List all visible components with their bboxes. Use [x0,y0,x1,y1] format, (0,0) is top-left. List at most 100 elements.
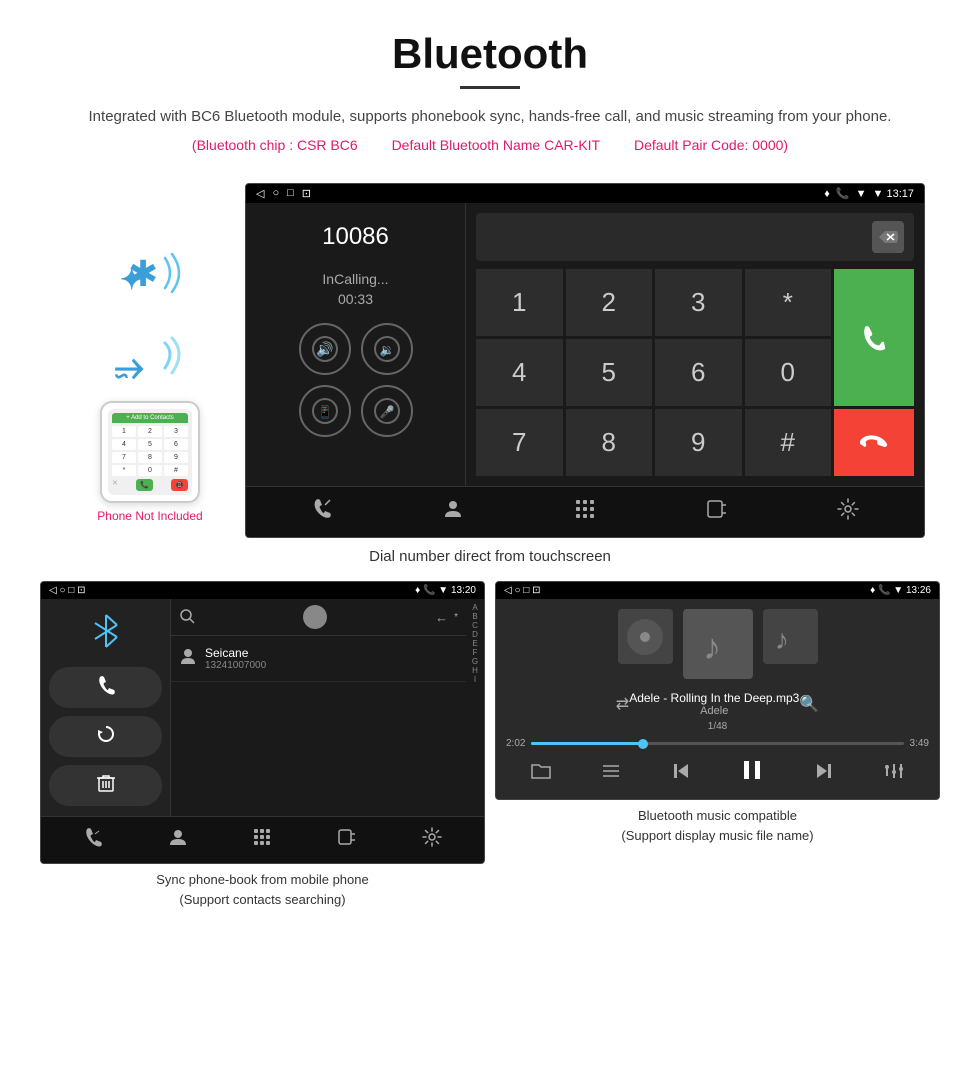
music-list-icon[interactable] [600,760,622,787]
dial-screen: 10086 InCalling... 00:33 🔊 🔉 [246,203,924,486]
nav-contacts-icon[interactable] [441,497,465,527]
recents-icon[interactable]: □ [287,187,294,200]
phone-not-included-label: Phone Not Included [97,509,202,523]
pb-nav-contacts[interactable] [168,827,188,853]
phone-bottom-row: ✕ 📞 📵 [112,479,188,491]
shuffle-icon[interactable]: ⇄ [616,694,629,714]
bluetooth-graphic: ⭌ [110,333,190,393]
status-left: ◁ ○ □ ⊡ [256,187,311,200]
pb-star-label: * [454,612,458,623]
numpad-key-0[interactable]: 0 [745,339,832,406]
phone-key-cancel: ✕ [112,479,118,491]
numpad-key-star[interactable]: * [745,269,832,336]
pb-nav-settings[interactable] [422,827,442,853]
backspace-button[interactable] [872,221,904,253]
pb-call-button[interactable] [49,667,162,708]
phone-call-button: 📞 [136,479,153,491]
bluetooth-icon-area: ✱ ✦ [110,243,190,323]
bluetooth-specs: (Bluetooth chip : CSR BC6 Default Blueto… [60,137,920,153]
transfer-call-button[interactable]: 📱 [299,385,351,437]
numpad-key-1[interactable]: 1 [476,269,563,336]
call-green-button[interactable] [834,269,914,406]
nav-transfer-icon[interactable] [705,497,729,527]
numpad-grid: 1 2 3 * 4 5 6 0 7 [476,269,914,476]
music-eq-icon[interactable] [883,760,905,787]
screenshot-icon[interactable]: ⊡ [302,187,311,200]
music-status-right: ♦ 📞 ▼ 13:26 [870,585,931,596]
mute-button[interactable]: 🎤 [361,385,413,437]
music-time-total: 3:49 [910,738,929,749]
pb-search-icon[interactable] [179,608,195,627]
numpad-key-4[interactable]: 4 [476,339,563,406]
svg-text:🔉: 🔉 [379,343,394,357]
nav-dialpad-icon[interactable] [573,497,597,527]
numpad-key-2[interactable]: 2 [566,269,653,336]
music-artist-name: Adele [629,705,799,717]
location-icon: ♦ [824,188,830,200]
svg-text:🔊: 🔊 [316,340,333,358]
dial-input-row [476,213,914,261]
pb-contact-info: Seicane 13241007000 [205,646,266,671]
phone-key-hash: # [164,465,188,476]
phone-screen: + Add to Contacts 1 2 3 4 5 6 7 8 9 * 0 … [108,409,192,495]
pb-contact-number: 13241007000 [205,660,266,671]
signal-waves-icon [160,248,200,303]
phone-key-3: 3 [164,426,188,437]
numpad-key-6[interactable]: 6 [655,339,742,406]
back-icon[interactable]: ◁ [256,187,264,200]
phone-key-2: 2 [138,426,162,437]
music-title-artist: Adele - Rolling In the Deep.mp3 Adele [629,691,799,717]
pb-nav-transfer[interactable] [337,827,357,853]
pb-nav-dialpad[interactable] [252,827,272,853]
phone-end-button: 📵 [171,479,188,491]
music-status-bar: ◁ ○ □ ⊡ ♦ 📞 ▼ 13:26 [496,582,939,599]
pb-back-arrow[interactable]: ← [435,610,448,625]
search-music-icon[interactable]: 🔍 [799,694,819,714]
pb-search-row: ← * [171,599,466,636]
music-next-icon[interactable] [813,760,835,787]
phone-key-9: 9 [164,452,188,463]
in-calling-label: InCalling... [322,271,388,287]
spec-chip: (Bluetooth chip : CSR BC6 [192,137,358,153]
call-red-button[interactable] [834,409,914,476]
nav-settings-icon[interactable] [836,497,860,527]
volume-down-button[interactable]: 🔉 [361,323,413,375]
music-folder-icon[interactable] [530,760,552,787]
pb-delete-button[interactable] [49,765,162,806]
pb-nav-phone[interactable] [83,827,103,853]
phonebook-caption: Sync phone-book from mobile phone (Suppo… [40,870,485,909]
phone-screen-top: + Add to Contacts [112,413,188,423]
music-progress-row: 2:02 3:49 [506,738,929,749]
numpad-key-9[interactable]: 9 [655,409,742,476]
call-status-icon: 📞 [836,187,850,200]
pb-sync-button[interactable] [49,716,162,757]
music-progress-bar[interactable] [531,742,903,745]
svg-text:🎤: 🎤 [379,404,394,419]
music-play-pause-icon[interactable] [739,757,765,789]
phone-key-8: 8 [138,452,162,463]
music-album-art-right: ♪ [763,609,818,664]
phonebook-status-bar: ◁ ○ □ ⊡ ♦ 📞 ▼ 13:20 [41,582,484,599]
music-progress-dot [638,739,648,749]
music-caption: Bluetooth music compatible (Support disp… [495,806,940,845]
numpad-key-3[interactable]: 3 [655,269,742,336]
clock: ▼ 13:17 [873,188,914,200]
music-prev-icon[interactable] [670,760,692,787]
call-timer: 00:33 [338,291,373,307]
volume-up-button[interactable]: 🔊 [299,323,351,375]
numpad-key-hash[interactable]: # [745,409,832,476]
music-time-current: 2:02 [506,738,525,749]
page-description: Integrated with BC6 Bluetooth module, su… [60,105,920,129]
music-album-art-main: ♪ [683,609,753,679]
numpad-key-5[interactable]: 5 [566,339,653,406]
numpad-key-8[interactable]: 8 [566,409,653,476]
numpad-key-7[interactable]: 7 [476,409,563,476]
phone-key-star: * [112,465,136,476]
phonebook-content: ← * Seicane 13241007000 [41,599,484,816]
svg-text:♪: ♪ [703,626,721,667]
phone-key-0: 0 [138,465,162,476]
pb-nav-bar [41,816,484,863]
home-icon[interactable]: ○ [272,187,279,200]
pb-contact-item[interactable]: Seicane 13241007000 [171,636,466,682]
nav-phone-icon[interactable] [310,497,334,527]
